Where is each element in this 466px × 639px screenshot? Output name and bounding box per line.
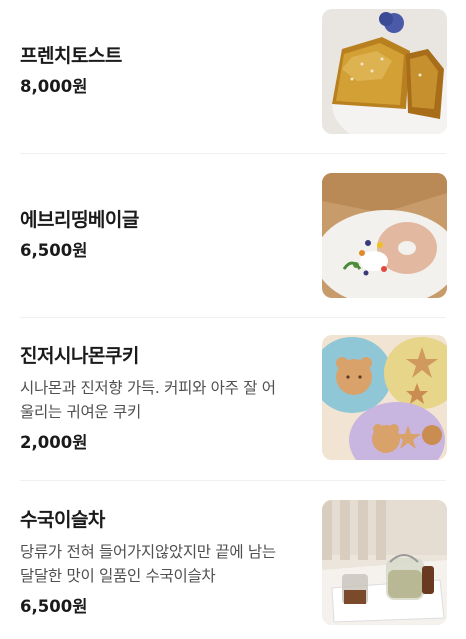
menu-item-description-line: 시나몬과 진저향 가득. 커피와 아주 잘 어 bbox=[20, 379, 276, 397]
menu-item-name: 진저시나몬쿠키 bbox=[20, 345, 139, 367]
everything-bagel-photo[interactable] bbox=[322, 173, 447, 298]
menu-item-description: 당류가 전혀 들어가지않았지만 끝에 남는 달달한 맛이 일품인 수국이슬차 bbox=[20, 540, 296, 588]
french-toast-photo[interactable] bbox=[322, 9, 447, 134]
menu-item-french-toast[interactable]: 프렌치토스트 8,000원 bbox=[0, 0, 466, 153]
menu-item-everything-bagel[interactable]: 에브리띵베이글 6,500원 bbox=[0, 153, 466, 317]
menu-item-ginger-cookie[interactable]: 진저시나몬쿠키 시나몬과 진저향 가득. 커피와 아주 잘 어 울리는 귀여운 … bbox=[0, 317, 466, 480]
menu-item-description-line: 울리는 귀여운 쿠키 bbox=[20, 403, 141, 421]
menu-item-name: 수국이슬차 bbox=[20, 509, 105, 531]
ginger-cookie-photo[interactable] bbox=[322, 335, 447, 460]
menu-item-price: 2,000원 bbox=[20, 433, 88, 452]
menu-list: 프렌치토스트 8,000원 에브리띵베이글 6,500원 진저시나몬쿠키 시나몬… bbox=[0, 0, 466, 639]
menu-item-description-line: 당류가 전혀 들어가지않았지만 끝에 남는 bbox=[20, 543, 276, 561]
menu-item-description-line: 달달한 맛이 일품인 수국이슬차 bbox=[20, 567, 216, 585]
menu-item-name: 프렌치토스트 bbox=[20, 45, 122, 67]
menu-item-name: 에브리띵베이글 bbox=[20, 209, 139, 231]
hydrangea-tea-photo[interactable] bbox=[322, 500, 447, 625]
menu-item-price: 6,500원 bbox=[20, 241, 88, 260]
menu-item-price: 8,000원 bbox=[20, 77, 88, 96]
menu-item-description: 시나몬과 진저향 가득. 커피와 아주 잘 어 울리는 귀여운 쿠키 bbox=[20, 376, 296, 424]
menu-item-price: 6,500원 bbox=[20, 597, 88, 616]
menu-item-hydrangea-tea[interactable]: 수국이슬차 당류가 전혀 들어가지않았지만 끝에 남는 달달한 맛이 일품인 수… bbox=[0, 480, 466, 639]
